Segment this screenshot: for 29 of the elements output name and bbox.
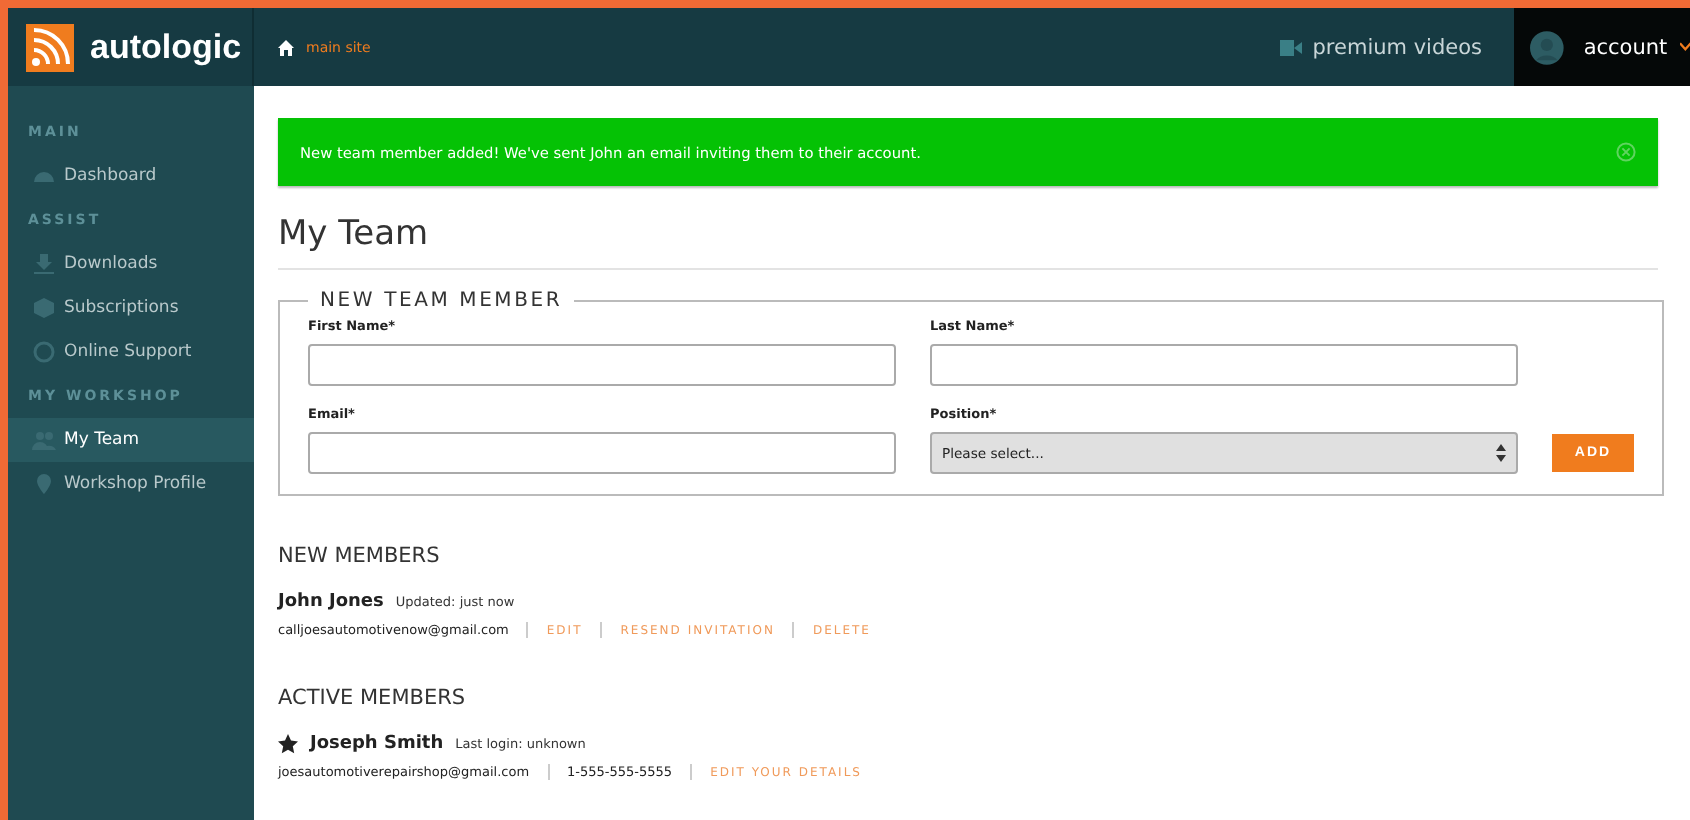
globe-icon [32, 340, 56, 364]
video-camera-icon [1280, 39, 1303, 55]
close-icon[interactable] [1616, 142, 1636, 162]
input-field[interactable] [930, 344, 1518, 386]
cube-icon [32, 296, 56, 320]
sidebar-item[interactable]: My Team [8, 418, 254, 462]
input-field[interactable] [308, 344, 896, 386]
caret-icon [1679, 42, 1690, 52]
premium-videos-link[interactable]: premium videos [1280, 35, 1482, 59]
sidebar-item[interactable]: Dashboard [8, 154, 254, 198]
map-pin-icon [32, 472, 56, 496]
sidebar-item[interactable]: Downloads [8, 242, 254, 286]
page-title: My Team [278, 214, 1658, 270]
member-name: Joseph Smith [310, 734, 444, 754]
section-heading: NEW MEMBERS [278, 544, 442, 568]
section-heading: ACTIVE MEMBERS [278, 686, 468, 710]
form-legend: NEW TEAM MEMBER [308, 290, 575, 312]
sidebar-item[interactable]: Online Support [8, 330, 254, 374]
download-icon [32, 252, 56, 276]
member-name: John Jones [278, 592, 384, 612]
updown-icon [1496, 444, 1506, 462]
home-icon [278, 39, 294, 55]
avatar-icon [1530, 25, 1564, 69]
sidebar-item[interactable]: Workshop Profile [8, 462, 254, 506]
input-field[interactable] [308, 432, 896, 474]
logo-icon [26, 23, 74, 71]
account-menu[interactable]: account [1514, 8, 1690, 86]
sidebar-item[interactable]: Subscriptions [8, 286, 254, 330]
logo-text: autologic [90, 27, 242, 67]
